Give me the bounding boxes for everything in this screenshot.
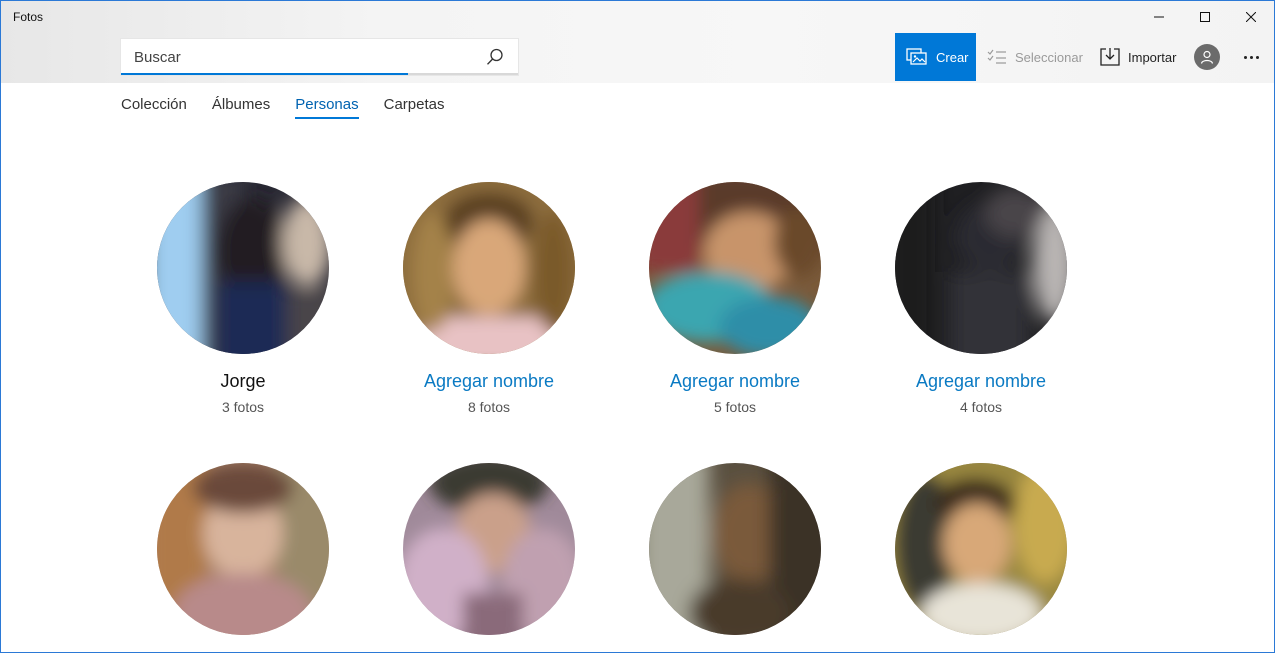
person-photo-image: [895, 182, 1067, 354]
search-input[interactable]: [121, 39, 461, 73]
more-options-button[interactable]: [1239, 44, 1263, 70]
person-card[interactable]: [858, 463, 1104, 651]
maximize-button[interactable]: [1182, 1, 1228, 33]
person-photo-image: [157, 182, 329, 354]
person-card[interactable]: [612, 463, 858, 651]
close-icon: [1246, 12, 1256, 22]
person-photo[interactable]: [649, 182, 821, 354]
photo-count: 4 fotos: [959, 399, 1003, 415]
import-label: Importar: [1128, 49, 1177, 65]
search-underline-track: [408, 73, 518, 75]
person-photo[interactable]: [157, 463, 329, 635]
person-name[interactable]: Jorge: [120, 370, 366, 392]
person-card[interactable]: Jorge 3 fotos: [120, 182, 366, 415]
import-button[interactable]: Importar: [1100, 33, 1176, 81]
add-name-link[interactable]: Agregar nombre: [612, 370, 858, 392]
create-button[interactable]: Crear: [895, 33, 976, 81]
person-photo[interactable]: [649, 463, 821, 635]
person-photo-image: [649, 463, 821, 635]
select-button[interactable]: Seleccionar: [987, 33, 1083, 81]
person-photo-image: [649, 182, 821, 354]
add-name-link[interactable]: Agregar nombre: [858, 370, 1104, 392]
person-photo-image: [157, 463, 329, 635]
tab-people[interactable]: Personas: [295, 95, 359, 119]
more-dot-icon: [1249, 55, 1253, 59]
maximize-icon: [1200, 12, 1210, 22]
more-dot-icon: [1243, 55, 1247, 59]
minimize-button[interactable]: [1136, 1, 1182, 33]
add-name-link[interactable]: Agregar nombre: [366, 370, 612, 392]
person-photo-image: [403, 182, 575, 354]
search-box: [121, 39, 518, 75]
person-card[interactable]: [366, 463, 612, 651]
user-icon: [1200, 50, 1214, 64]
minimize-icon: [1154, 16, 1164, 18]
app-window: Fotos Crear: [0, 0, 1275, 653]
person-photo-image: [403, 463, 575, 635]
photo-count: 8 fotos: [467, 399, 511, 415]
close-button[interactable]: [1228, 1, 1274, 33]
person-photo[interactable]: [895, 463, 1067, 635]
person-card[interactable]: Agregar nombre 8 fotos: [366, 182, 612, 415]
import-icon: [1100, 48, 1120, 66]
photo-count: 5 fotos: [713, 399, 757, 415]
person-photo[interactable]: [895, 182, 1067, 354]
person-card[interactable]: [120, 463, 366, 651]
person-photo[interactable]: [403, 463, 575, 635]
more-dot-icon: [1255, 55, 1259, 59]
person-card[interactable]: Agregar nombre 5 fotos: [612, 182, 858, 415]
tab-collection[interactable]: Colección: [121, 95, 187, 119]
create-icon: [906, 48, 927, 65]
select-label: Seleccionar: [1015, 49, 1083, 65]
photo-count: 3 fotos: [221, 399, 265, 415]
account-button[interactable]: [1194, 44, 1220, 70]
title-bar: Fotos: [1, 1, 1274, 33]
section-tabs: Colección Álbumes Personas Carpetas: [121, 95, 444, 121]
person-card[interactable]: Agregar nombre 4 fotos: [858, 182, 1104, 415]
person-photo-image: [895, 463, 1067, 635]
app-title: Fotos: [13, 10, 44, 24]
tab-folders[interactable]: Carpetas: [384, 95, 445, 119]
create-label: Crear: [936, 49, 969, 65]
tab-albums[interactable]: Álbumes: [212, 95, 270, 119]
checklist-icon: [987, 49, 1006, 64]
search-icon[interactable]: [486, 48, 504, 66]
person-photo[interactable]: [157, 182, 329, 354]
person-photo[interactable]: [403, 182, 575, 354]
